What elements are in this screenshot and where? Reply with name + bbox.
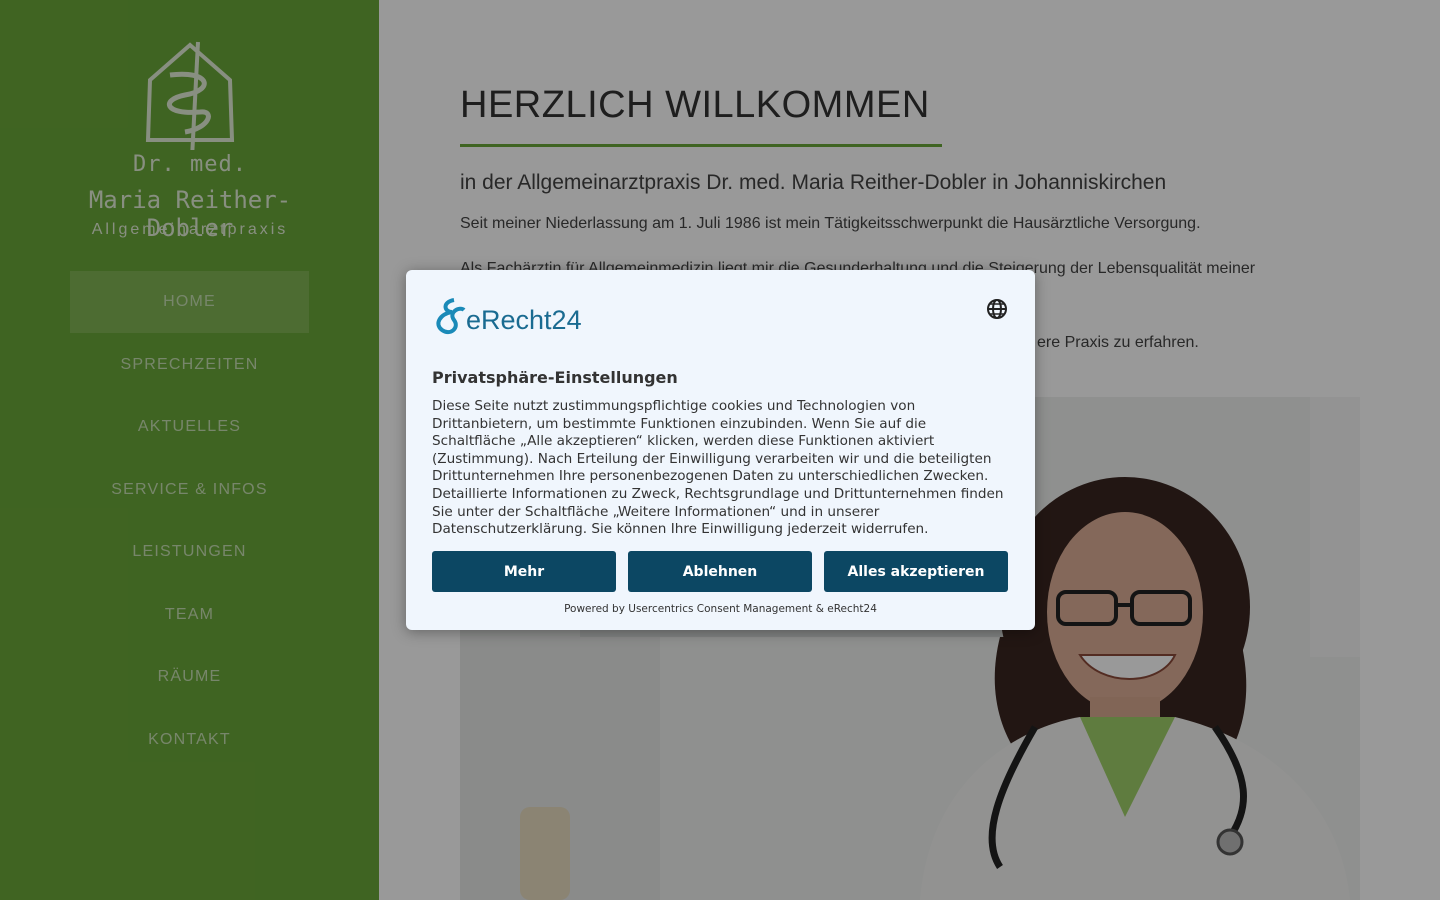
brand-name: eRecht24 xyxy=(466,305,582,335)
erecht24-logo-icon xyxy=(436,298,466,335)
deny-button[interactable]: Ablehnen xyxy=(628,551,812,592)
consent-heading: Privatsphäre-Einstellungen xyxy=(432,368,678,387)
accept-all-button[interactable]: Alles akzeptieren xyxy=(824,551,1008,592)
more-button[interactable]: Mehr xyxy=(432,551,616,592)
language-globe-icon[interactable] xyxy=(986,298,1008,320)
powered-by-text: Powered by Usercentrics Consent Manageme… xyxy=(564,603,877,615)
erecht24-logo: eRecht24 xyxy=(432,296,632,336)
consent-dialog: eRecht24 Privatsphäre-Einstellungen Dies… xyxy=(406,270,1035,630)
consent-description: Diese Seite nutzt zustimmungspflichtige … xyxy=(432,398,1004,538)
